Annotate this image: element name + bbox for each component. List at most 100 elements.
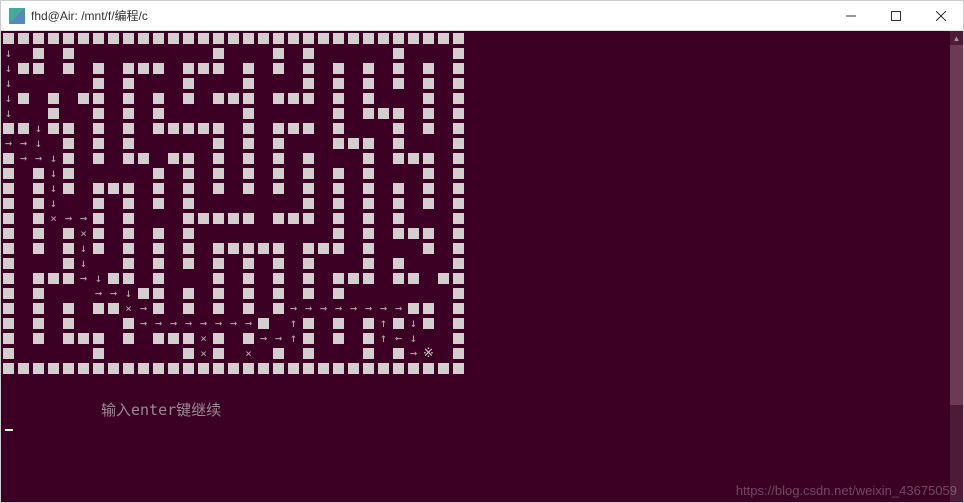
wall-cell bbox=[391, 346, 406, 361]
empty-cell bbox=[286, 106, 301, 121]
wall-cell bbox=[211, 136, 226, 151]
empty-cell bbox=[421, 256, 436, 271]
empty-cell bbox=[286, 271, 301, 286]
wall-cell bbox=[166, 31, 181, 46]
wall-cell bbox=[121, 151, 136, 166]
empty-cell bbox=[226, 301, 241, 316]
empty-cell bbox=[136, 256, 151, 271]
wall-cell bbox=[61, 256, 76, 271]
wall-cell bbox=[76, 331, 91, 346]
empty-cell bbox=[421, 331, 436, 346]
path-arrow: ↑ bbox=[376, 316, 391, 331]
titlebar[interactable]: fhd@Air: /mnt/f/编程/c bbox=[1, 1, 963, 31]
wall-cell bbox=[91, 61, 106, 76]
empty-cell bbox=[271, 196, 286, 211]
wall-cell bbox=[331, 226, 346, 241]
wall-cell bbox=[1, 256, 16, 271]
empty-cell bbox=[226, 76, 241, 91]
path-arrow: → bbox=[1, 136, 16, 151]
empty-cell bbox=[16, 316, 31, 331]
wall-cell bbox=[61, 151, 76, 166]
empty-cell bbox=[256, 166, 271, 181]
empty-cell bbox=[76, 196, 91, 211]
scroll-up-arrow[interactable]: ▲ bbox=[950, 31, 963, 45]
empty-cell bbox=[286, 196, 301, 211]
empty-cell bbox=[136, 166, 151, 181]
path-arrow: ↓ bbox=[46, 196, 61, 211]
empty-cell bbox=[46, 256, 61, 271]
wall-cell bbox=[31, 331, 46, 346]
empty-cell bbox=[256, 151, 271, 166]
wall-cell bbox=[181, 211, 196, 226]
path-arrow: → bbox=[136, 316, 151, 331]
empty-cell bbox=[256, 301, 271, 316]
terminal-area[interactable]: ↓↓↓↓↓↓→→↓→→↓↓↓↓×→→×↓↓→↓→→↓×→→→→→→→→→→→→→… bbox=[1, 31, 963, 502]
wall-cell bbox=[121, 226, 136, 241]
scroll-thumb[interactable] bbox=[950, 45, 963, 405]
path-arrow: ↓ bbox=[121, 286, 136, 301]
minimize-button[interactable] bbox=[828, 1, 873, 30]
wall-cell bbox=[301, 346, 316, 361]
wall-cell bbox=[151, 61, 166, 76]
wall-cell bbox=[91, 76, 106, 91]
empty-cell bbox=[46, 316, 61, 331]
wall-cell bbox=[361, 346, 376, 361]
wall-cell bbox=[61, 166, 76, 181]
empty-cell bbox=[391, 286, 406, 301]
path-arrow: → bbox=[76, 211, 91, 226]
wall-cell bbox=[391, 136, 406, 151]
empty-cell bbox=[226, 181, 241, 196]
empty-cell bbox=[226, 331, 241, 346]
wall-cell bbox=[301, 46, 316, 61]
wall-cell bbox=[241, 61, 256, 76]
wall-cell bbox=[421, 181, 436, 196]
wall-cell bbox=[61, 316, 76, 331]
wall-cell bbox=[61, 46, 76, 61]
wall-cell bbox=[301, 151, 316, 166]
wall-cell bbox=[166, 331, 181, 346]
app-icon bbox=[9, 8, 25, 24]
empty-cell bbox=[271, 106, 286, 121]
wall-cell bbox=[301, 331, 316, 346]
wall-cell bbox=[151, 196, 166, 211]
scrollbar[interactable]: ▲ bbox=[950, 31, 963, 502]
empty-cell bbox=[151, 46, 166, 61]
wall-cell bbox=[451, 301, 466, 316]
path-arrow: → bbox=[316, 301, 331, 316]
empty-cell bbox=[256, 136, 271, 151]
wall-cell bbox=[301, 211, 316, 226]
empty-cell bbox=[376, 286, 391, 301]
wall-cell bbox=[286, 91, 301, 106]
wall-cell bbox=[421, 76, 436, 91]
wall-cell bbox=[1, 316, 16, 331]
empty-cell bbox=[16, 106, 31, 121]
wall-cell bbox=[106, 361, 121, 376]
wall-cell bbox=[286, 211, 301, 226]
empty-cell bbox=[16, 46, 31, 61]
wall-cell bbox=[436, 271, 451, 286]
wall-cell bbox=[451, 286, 466, 301]
close-button[interactable] bbox=[918, 1, 963, 30]
wall-cell bbox=[91, 31, 106, 46]
empty-cell bbox=[166, 46, 181, 61]
empty-cell bbox=[106, 61, 121, 76]
wall-cell bbox=[361, 31, 376, 46]
empty-cell bbox=[106, 256, 121, 271]
wall-cell bbox=[181, 166, 196, 181]
wall-cell bbox=[211, 361, 226, 376]
empty-cell bbox=[286, 46, 301, 61]
wall-cell bbox=[166, 361, 181, 376]
empty-cell bbox=[61, 286, 76, 301]
empty-cell bbox=[376, 211, 391, 226]
maximize-button[interactable] bbox=[873, 1, 918, 30]
empty-cell bbox=[226, 61, 241, 76]
wall-cell bbox=[331, 271, 346, 286]
empty-cell bbox=[436, 226, 451, 241]
empty-cell bbox=[91, 166, 106, 181]
empty-cell bbox=[361, 46, 376, 61]
visited-mark: × bbox=[46, 211, 61, 226]
wall-cell bbox=[211, 31, 226, 46]
empty-cell bbox=[121, 166, 136, 181]
empty-cell bbox=[226, 121, 241, 136]
wall-cell bbox=[31, 211, 46, 226]
